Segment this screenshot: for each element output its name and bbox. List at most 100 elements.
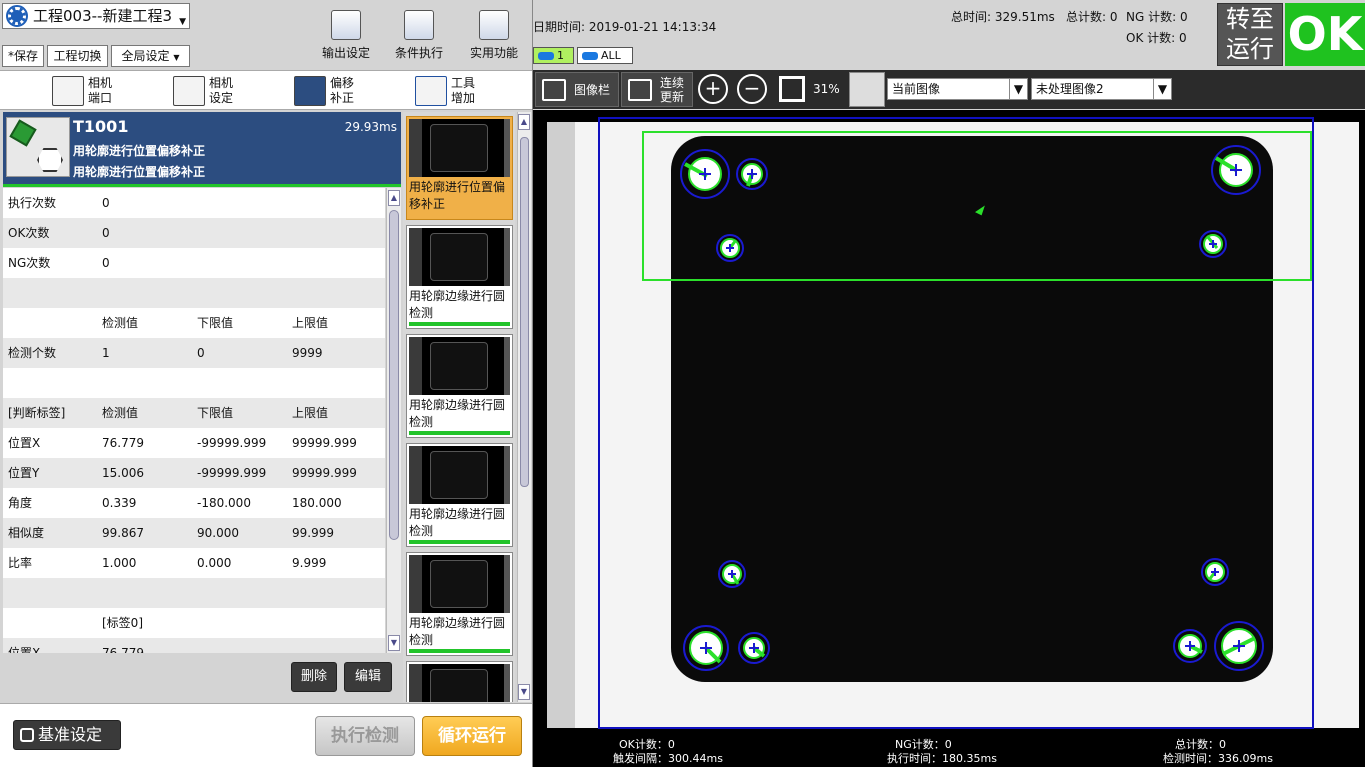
table-row [3, 578, 385, 608]
tool-time: 29.93ms [344, 120, 397, 134]
image-bar-label: 图像栏 [574, 83, 611, 97]
total-time: 总时间: 329.51ms [951, 10, 1055, 24]
roi-select-icon[interactable] [849, 72, 885, 107]
image-toolbar: 图像栏 连续 更新 + − 31% 当前图像 ▼ 未处理图像2 ▼ [533, 70, 1365, 109]
tool-label: 相机 [209, 76, 234, 90]
tool-thumbnail[interactable] [406, 661, 513, 702]
chevron-down-icon: ▼ [173, 53, 180, 62]
switch-line2: 运行 [1226, 35, 1274, 63]
tools-icon [479, 10, 509, 40]
scroll-thumb[interactable] [520, 137, 529, 487]
thumbnail-label: 用轮廓进行位置偏移补正 [409, 180, 506, 211]
status-detect-time: 检测时间：336.09ms [1163, 752, 1273, 765]
continuous-update-button[interactable]: 连续 更新 [621, 72, 693, 107]
table-row: 角度 0.339 -180.000 180.000 [3, 488, 385, 518]
table-cell: 比率 [8, 556, 33, 570]
table-scrollbar[interactable]: ▲ ▼ [386, 188, 401, 653]
output-settings-label: 输出设定 [321, 46, 370, 60]
tool-thumbnail[interactable]: 用轮廓边缘进行圆检测 [406, 443, 513, 547]
status-total-count: 总计数：0 [1175, 738, 1226, 751]
camera-settings-icon [173, 76, 205, 106]
offset-correction-button[interactable]: 偏移 补正 [294, 74, 394, 108]
settings-icon [20, 728, 34, 742]
image-process-select[interactable]: 未处理图像2 ▼ [1031, 78, 1172, 100]
camera-1-label: 1 [557, 49, 564, 62]
gear-icon [6, 5, 28, 27]
table-cell: 上限值 [292, 406, 329, 420]
table-cell: 下限值 [197, 316, 234, 330]
table-cell: -180.000 [197, 496, 251, 510]
table-cell: 9.999 [292, 556, 327, 570]
global-settings-button[interactable]: 全局设定 ▼ [111, 45, 190, 67]
base-settings-button[interactable]: 基准设定 [13, 720, 121, 750]
table-cell: 0 [102, 256, 110, 270]
edit-button[interactable]: 编辑 [344, 662, 392, 692]
table-cell: 下限值 [197, 406, 234, 420]
tool-thumbnail[interactable]: 用轮廓进行位置偏移补正 [406, 116, 513, 220]
execute-detect-button[interactable]: 执行检测 [315, 716, 415, 756]
image-source-select[interactable]: 当前图像 ▼ [887, 78, 1028, 100]
table-row [3, 368, 385, 398]
camera-port-button[interactable]: 相机 端口 [52, 74, 152, 108]
camera-1-tab[interactable]: 1 [533, 47, 574, 64]
tool-thumbnail[interactable]: 用轮廓边缘进行圆检测 [406, 552, 513, 656]
inspection-image[interactable] [533, 110, 1365, 736]
table-cell: 0 [102, 196, 110, 210]
zoom-in-icon[interactable]: + [698, 74, 728, 104]
output-settings-button[interactable]: 输出设定 [310, 10, 382, 62]
scroll-thumb[interactable] [389, 210, 399, 540]
table-cell: 检测个数 [8, 346, 57, 360]
table-row: 位置Y 15.006 -99999.999 99999.999 [3, 458, 385, 488]
flow-icon [404, 10, 434, 40]
utility-button[interactable]: 实用功能 [458, 10, 530, 62]
condition-exec-button[interactable]: 条件执行 [383, 10, 455, 62]
status-ok-count: OK计数：0 [619, 738, 675, 751]
scroll-down-icon[interactable]: ▼ [518, 684, 530, 700]
switch-line1: 转至 [1226, 5, 1274, 33]
save-button[interactable]: *保存 [2, 45, 44, 67]
utility-label: 实用功能 [469, 46, 518, 60]
status-bar-green [409, 322, 510, 326]
scroll-up-icon[interactable]: ▲ [518, 114, 530, 130]
global-settings-label: 全局设定 [121, 49, 170, 63]
thumbnail-image [409, 446, 510, 504]
loop-run-button[interactable]: 循环运行 [422, 716, 522, 756]
scroll-up-icon[interactable]: ▲ [388, 190, 400, 206]
zoom-out-icon[interactable]: − [737, 74, 767, 104]
fit-screen-icon[interactable] [779, 76, 805, 102]
tool-header-card: T1001 29.93ms 用轮廓进行位置偏移补正 用轮廓进行位置偏移补正 [3, 112, 401, 184]
cont-label-2: 更新 [660, 90, 685, 104]
tool-label: 增加 [451, 91, 476, 105]
thumbnail-image [409, 119, 510, 177]
image-bar-button[interactable]: 图像栏 [535, 72, 619, 107]
table-cell: 位置X [8, 436, 41, 450]
add-tool-icon [415, 76, 447, 106]
datetime: 日期时间: 2019-01-21 14:13:34 [533, 20, 717, 34]
status-bar-green [409, 649, 510, 653]
project-switch-button[interactable]: 工程切换 [47, 45, 108, 67]
camera-icon [628, 79, 652, 101]
thumbnail-image [409, 228, 510, 286]
tool-thumbnail[interactable]: 用轮廓边缘进行圆检测 [406, 225, 513, 329]
table-cell: 角度 [8, 496, 33, 510]
project-selector[interactable]: 工程003--新建工程3 ▼ [2, 3, 190, 29]
camera-settings-button[interactable]: 相机 设定 [173, 74, 273, 108]
project-title: 工程003--新建工程3 [33, 7, 172, 25]
tool-thumbnail[interactable]: 用轮廓边缘进行圆检测 [406, 334, 513, 438]
add-tool-button[interactable]: 工具 增加 [415, 74, 515, 108]
image-icon [542, 79, 566, 101]
status-bar-green [409, 431, 510, 435]
thumbnail-label: 用轮廓边缘进行圆检测 [409, 616, 506, 647]
thumbnail-image [409, 664, 510, 702]
table-cell: 99.867 [102, 526, 144, 540]
table-cell: 90.000 [197, 526, 239, 540]
delete-button[interactable]: 删除 [291, 662, 337, 692]
scroll-down-icon[interactable]: ▼ [388, 635, 400, 651]
thumbnail-scrollbar[interactable]: ▲ ▼ [517, 112, 531, 702]
table-cell: -99999.999 [197, 436, 267, 450]
camera-all-tab[interactable]: ALL [577, 47, 633, 64]
condition-exec-label: 条件执行 [394, 46, 443, 60]
switch-to-run-button[interactable]: 转至 运行 [1217, 3, 1283, 66]
table-cell: OK次数 [8, 226, 50, 240]
table-cell: -99999.999 [197, 466, 267, 480]
